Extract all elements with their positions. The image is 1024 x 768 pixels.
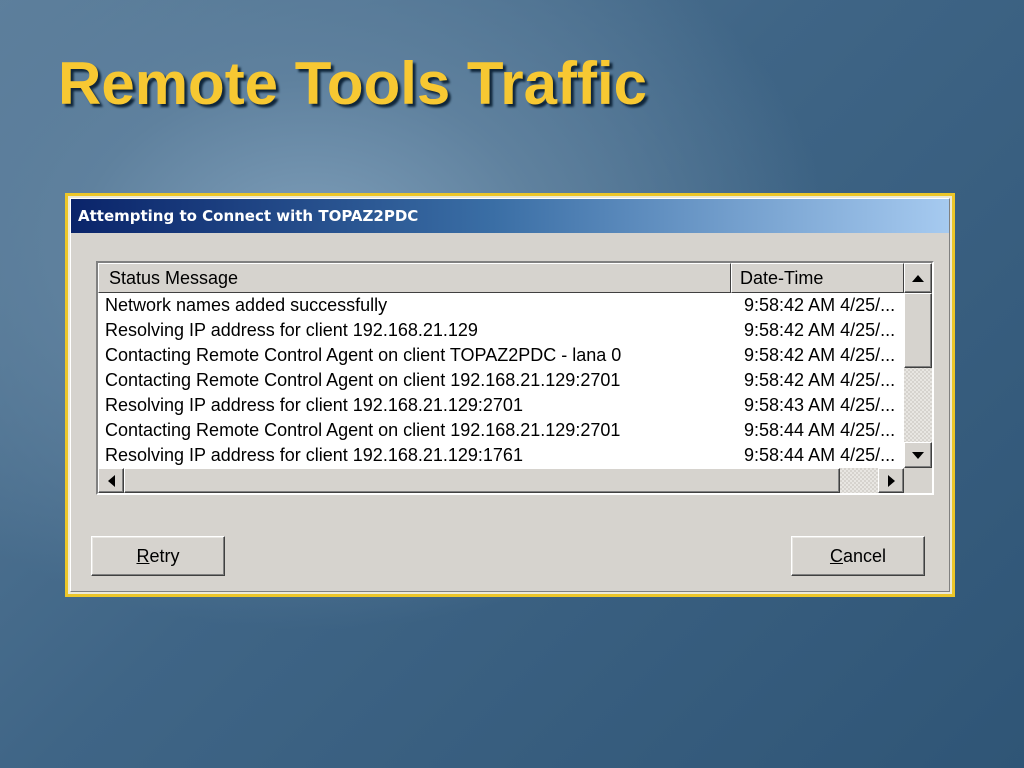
status-message: Contacting Remote Control Agent on clien… <box>105 420 621 440</box>
list-item[interactable]: Contacting Remote Control Agent on clien… <box>98 418 904 443</box>
horizontal-scroll-thumb[interactable] <box>124 468 840 493</box>
cancel-mnemonic: C <box>829 545 843 566</box>
list-item[interactable]: Network names added successfully 9:58:42… <box>98 293 904 318</box>
date-time: 9:58:42 AM 4/25/... <box>744 295 896 315</box>
status-message: Network names added successfully <box>105 295 388 315</box>
list-item[interactable]: Contacting Remote Control Agent on clien… <box>98 343 904 368</box>
retry-label: etry <box>149 545 180 566</box>
arrow-left-icon <box>107 474 115 487</box>
status-list[interactable]: Status Message Date-Time Network names a… <box>96 261 934 495</box>
retry-button[interactable]: Retry <box>91 536 225 576</box>
list-item[interactable]: Resolving IP address for client 192.168.… <box>98 443 904 468</box>
retry-mnemonic: R <box>136 545 150 566</box>
arrow-down-icon <box>912 451 924 459</box>
list-header: Status Message Date-Time <box>98 263 904 293</box>
vertical-scrollbar[interactable] <box>904 263 932 468</box>
arrow-up-icon <box>912 274 924 282</box>
status-message: Resolving IP address for client 192.168.… <box>105 395 523 415</box>
cancel-button[interactable]: Cancel <box>791 536 925 576</box>
scroll-right-button[interactable] <box>878 468 904 493</box>
status-message: Resolving IP address for client 192.168.… <box>105 445 523 465</box>
list-item[interactable]: Contacting Remote Control Agent on clien… <box>98 368 904 393</box>
column-header-status-message[interactable]: Status Message <box>98 263 731 293</box>
column-header-date-time[interactable]: Date-Time <box>731 263 904 293</box>
date-time: 9:58:44 AM 4/25/... <box>744 445 896 465</box>
arrow-right-icon <box>887 474 895 487</box>
scroll-corner <box>904 468 932 493</box>
connect-dialog: Attempting to Connect with TOPAZ2PDC Sta… <box>70 198 950 592</box>
dialog-titlebar[interactable]: Attempting to Connect with TOPAZ2PDC <box>71 199 949 233</box>
scroll-up-button[interactable] <box>904 263 932 293</box>
scroll-down-button[interactable] <box>904 442 932 468</box>
status-message: Resolving IP address for client 192.168.… <box>105 320 478 340</box>
list-item[interactable]: Resolving IP address for client 192.168.… <box>98 318 904 343</box>
status-message: Contacting Remote Control Agent on clien… <box>105 345 622 365</box>
slide-title: Remote Tools Traffic <box>58 50 647 117</box>
cancel-label: ancel <box>842 545 887 566</box>
vertical-scroll-thumb[interactable] <box>904 293 932 368</box>
horizontal-scrollbar[interactable] <box>98 468 904 493</box>
date-time: 9:58:42 AM 4/25/... <box>744 320 896 340</box>
dialog-title: Attempting to Connect with TOPAZ2PDC <box>78 207 419 225</box>
date-time: 9:58:44 AM 4/25/... <box>744 420 896 440</box>
date-time: 9:58:42 AM 4/25/... <box>744 370 896 390</box>
dialog-frame: Attempting to Connect with TOPAZ2PDC Sta… <box>65 193 955 597</box>
date-time: 9:58:43 AM 4/25/... <box>744 395 896 415</box>
scroll-left-button[interactable] <box>98 468 124 493</box>
list-rows: Network names added successfully 9:58:42… <box>98 293 904 468</box>
date-time: 9:58:42 AM 4/25/... <box>744 345 896 365</box>
list-item[interactable]: Resolving IP address for client 192.168.… <box>98 393 904 418</box>
status-message: Contacting Remote Control Agent on clien… <box>105 370 621 390</box>
